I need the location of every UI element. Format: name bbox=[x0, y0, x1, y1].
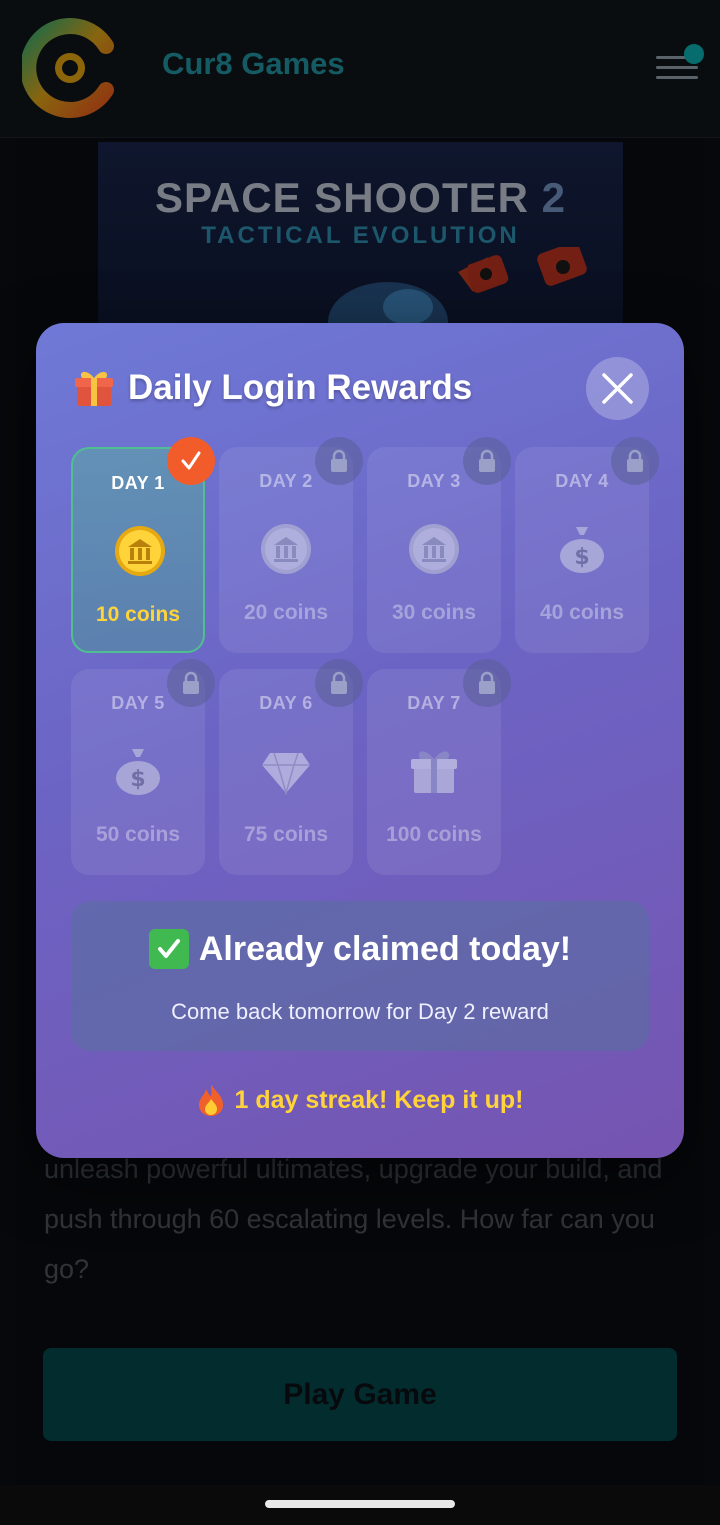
streak-message: 1 day streak! Keep it up! bbox=[36, 1083, 684, 1117]
lock-icon bbox=[463, 659, 511, 707]
lock-icon bbox=[463, 437, 511, 485]
lock-icon bbox=[167, 659, 215, 707]
money-bag-icon: $ bbox=[560, 527, 604, 573]
lock-icon bbox=[315, 659, 363, 707]
silver-coin-icon bbox=[261, 524, 311, 574]
claimed-subtitle: Come back tomorrow for Day 2 reward bbox=[171, 999, 549, 1024]
claimed-text: Already claimed today! bbox=[198, 929, 572, 968]
reward-amount: 30 coins bbox=[391, 601, 477, 624]
gold-coin-icon bbox=[115, 526, 165, 576]
close-button[interactable] bbox=[586, 357, 649, 420]
reward-amount: 100 coins bbox=[386, 823, 482, 846]
home-indicator[interactable] bbox=[265, 1500, 455, 1508]
reward-amount: 20 coins bbox=[243, 601, 329, 624]
silver-coin-icon bbox=[409, 524, 459, 574]
close-icon bbox=[602, 373, 633, 404]
modal-header: Daily Login Rewards bbox=[72, 363, 472, 413]
svg-text:$: $ bbox=[130, 767, 145, 792]
reward-amount: 40 coins bbox=[539, 601, 625, 624]
streak-text: 1 day streak! Keep it up! bbox=[234, 1085, 524, 1114]
reward-amount: 10 coins bbox=[95, 603, 181, 626]
reward-amount: 50 coins bbox=[95, 823, 181, 846]
svg-text:$: $ bbox=[574, 545, 589, 570]
reward-amount: 75 coins bbox=[243, 823, 329, 846]
claim-status-title: Already claimed today! bbox=[71, 929, 649, 969]
claimed-check-icon bbox=[167, 437, 215, 485]
gift-box-icon bbox=[411, 751, 457, 793]
claim-status-box: Already claimed today! Come back tomorro… bbox=[71, 901, 649, 1051]
gift-icon bbox=[75, 371, 113, 406]
money-bag-icon: $ bbox=[116, 749, 160, 795]
lock-icon bbox=[315, 437, 363, 485]
modal-title: Daily Login Rewards bbox=[128, 368, 473, 407]
lock-icon bbox=[611, 437, 659, 485]
fire-icon bbox=[198, 1084, 223, 1116]
diamond-icon bbox=[262, 752, 310, 796]
check-mark-icon bbox=[148, 929, 189, 969]
daily-rewards-modal: Daily Login Rewards DAY 1 10 coins DAY 2 bbox=[36, 323, 684, 1158]
